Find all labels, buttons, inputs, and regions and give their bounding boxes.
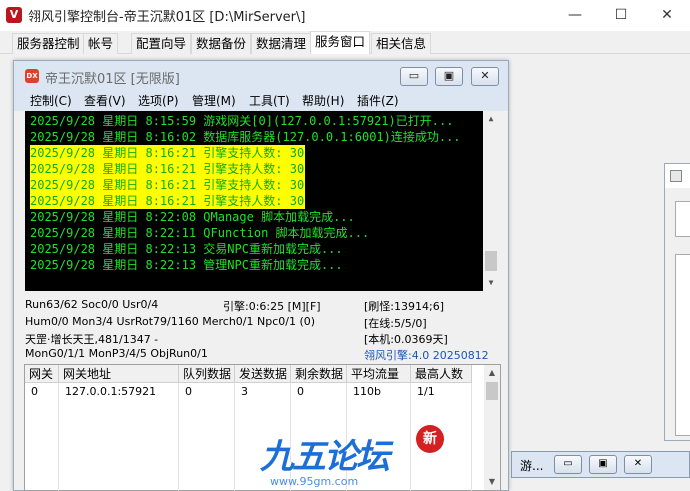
tab-data-cleanup[interactable]: 数据清理 [251, 33, 312, 54]
table-cell[interactable]: 1/1 [413, 384, 435, 400]
minimized-window-label: 游... [520, 459, 544, 473]
maximize-button[interactable]: ▣ [589, 455, 617, 474]
local-stat: [本机:0.0369天] [364, 333, 448, 346]
scroll-down-arrow-icon[interactable]: ▼ [484, 474, 500, 490]
gateway-table[interactable]: 网关 网关地址 队列数据 发送数据 剩余数据 平均流量 最高人数 0 127.0… [24, 364, 501, 491]
app-logo-icon: V [6, 7, 22, 23]
main-tab-bar: 服务器控制 帐号 配置向导 数据备份 数据清理 服务窗口 相关信息 [0, 31, 690, 55]
console-scrollbar[interactable]: ▲ ▼ [483, 111, 499, 291]
log-line: 2025/9/28 星期日 8:22:13 交易NPC重新加载完成... [30, 242, 343, 256]
scroll-up-arrow-icon[interactable]: ▲ [483, 111, 499, 127]
background-window-panel [675, 201, 690, 237]
window-title: 翎风引擎控制台-帝王沉默01区 [D:\MirServer\] [28, 10, 306, 25]
child-close-button[interactable]: ✕ [471, 67, 499, 86]
column-header-average-traffic[interactable]: 平均流量 [347, 365, 411, 383]
background-window[interactable] [664, 163, 690, 441]
minimized-child-window[interactable]: 游... ▭ ▣ ✕ [511, 451, 690, 478]
table-scroll-thumb[interactable] [486, 382, 498, 400]
menu-options[interactable]: 选项(P) [138, 92, 179, 109]
menu-view[interactable]: 查看(V) [84, 92, 126, 109]
tianwang-stat: 天罡·增长天王,481/1347 - [25, 333, 159, 346]
engine-version: 翎风引擎:4.0 20250812 [364, 349, 489, 362]
table-cell[interactable]: 0 [181, 384, 192, 400]
child-titlebar[interactable]: DX 帝王沉默01区 [无限版] ▭ ▣ ✕ [14, 61, 508, 89]
restore-button[interactable]: ▭ [554, 455, 582, 474]
close-button[interactable]: ✕ [624, 455, 652, 474]
child-maximize-button[interactable]: ▣ [435, 67, 463, 86]
log-line: 2025/9/28 星期日 8:22:13 管理NPC重新加载完成... [30, 258, 343, 272]
scroll-down-arrow-icon[interactable]: ▼ [483, 275, 499, 291]
log-line: 2025/9/28 星期日 8:16:02 数据库服务器(127.0.0.1:6… [30, 130, 461, 144]
column-divider [178, 383, 179, 491]
menu-plugins[interactable]: 插件(Z) [357, 92, 399, 109]
column-header-gateway[interactable]: 网关 [25, 365, 59, 383]
console-scroll-thumb[interactable] [485, 251, 497, 271]
online-stat: [在线:5/5/0] [364, 317, 427, 330]
tab-related-info[interactable]: 相关信息 [371, 33, 432, 54]
table-cell[interactable]: 0 [293, 384, 304, 400]
column-divider [346, 383, 347, 491]
maximize-button[interactable]: ☐ [598, 0, 644, 30]
column-divider [234, 383, 235, 491]
refresh-monster-stat: [刷怪:13914;6] [364, 300, 444, 313]
log-line-highlighted: 2025/9/28 星期日 8:16:21 引擎支持人数: 30 [30, 177, 306, 193]
child-menu-bar: 控制(C) 查看(V) 选项(P) 管理(M) 工具(T) 帮助(H) 插件(Z… [14, 89, 508, 111]
engine-uptime: 引擎:0:6:25 [M][F] [223, 300, 321, 313]
menu-help[interactable]: 帮助(H) [302, 92, 344, 109]
run-stats: Run63/62 Soc0/0 Usr0/4 [25, 298, 159, 311]
log-line-highlighted: 2025/9/28 星期日 8:16:21 引擎支持人数: 30 [30, 193, 306, 209]
table-cell[interactable]: 127.0.0.1:57921 [61, 384, 156, 400]
column-divider [290, 383, 291, 491]
menu-manage[interactable]: 管理(M) [192, 92, 236, 109]
table-cell[interactable]: 0 [27, 384, 38, 400]
column-header-gateway-address[interactable]: 网关地址 [59, 365, 179, 383]
background-window-titlebar[interactable] [665, 164, 690, 188]
column-divider [58, 383, 59, 491]
close-button[interactable]: ✕ [644, 0, 690, 30]
column-header-remaining-data[interactable]: 剩余数据 [291, 365, 347, 383]
mon-obj-stats: MonG0/1/1 MonP3/4/5 ObjRun0/1 [25, 347, 208, 360]
log-line-highlighted: 2025/9/28 星期日 8:16:21 引擎支持人数: 30 [30, 161, 306, 177]
dx-logo-icon: DX [25, 69, 39, 83]
child-minimize-button[interactable]: ▭ [400, 67, 428, 86]
tab-server-control[interactable]: 服务器控制 [12, 33, 85, 54]
minimize-button[interactable]: — [552, 0, 598, 30]
menu-control[interactable]: 控制(C) [30, 92, 72, 109]
window-icon [670, 170, 682, 182]
menu-tools[interactable]: 工具(T) [249, 92, 290, 109]
main-titlebar: V 翎风引擎控制台-帝王沉默01区 [D:\MirServer\] — ☐ ✕ [0, 0, 690, 30]
tab-service-window[interactable]: 服务窗口 [310, 31, 371, 55]
column-divider [471, 383, 472, 491]
column-divider [410, 383, 411, 491]
tab-config-wizard[interactable]: 配置向导 [131, 33, 192, 54]
tab-data-backup[interactable]: 数据备份 [191, 33, 252, 54]
log-console[interactable]: 2025/9/28 星期日 8:15:59 游戏网关[0](127.0.0.1:… [25, 111, 499, 291]
human-monster-stats: Hum0/0 Mon3/4 UsrRot79/1160 Merch0/1 Npc… [25, 315, 316, 328]
table-cell[interactable]: 110b [349, 384, 381, 400]
child-title: 帝王沉默01区 [无限版] [45, 72, 180, 87]
column-header-queue-data[interactable]: 队列数据 [179, 365, 235, 383]
table-scrollbar[interactable]: ▲ ▼ [484, 365, 500, 490]
column-header-sent-data[interactable]: 发送数据 [235, 365, 291, 383]
scroll-up-arrow-icon[interactable]: ▲ [484, 365, 500, 381]
table-cell[interactable]: 3 [237, 384, 248, 400]
log-line: 2025/9/28 星期日 8:22:11 QFunction 脚本加载完成..… [30, 226, 370, 240]
log-line: 2025/9/28 星期日 8:22:08 QManage 脚本加载完成... [30, 210, 355, 224]
tab-account[interactable]: 帐号 [83, 33, 119, 54]
log-line-highlighted: 2025/9/28 星期日 8:16:21 引擎支持人数: 30 [30, 145, 306, 161]
column-header-max-players[interactable]: 最高人数 [411, 365, 472, 383]
background-window-panel [675, 254, 690, 436]
log-line: 2025/9/28 星期日 8:15:59 游戏网关[0](127.0.0.1:… [30, 114, 454, 128]
